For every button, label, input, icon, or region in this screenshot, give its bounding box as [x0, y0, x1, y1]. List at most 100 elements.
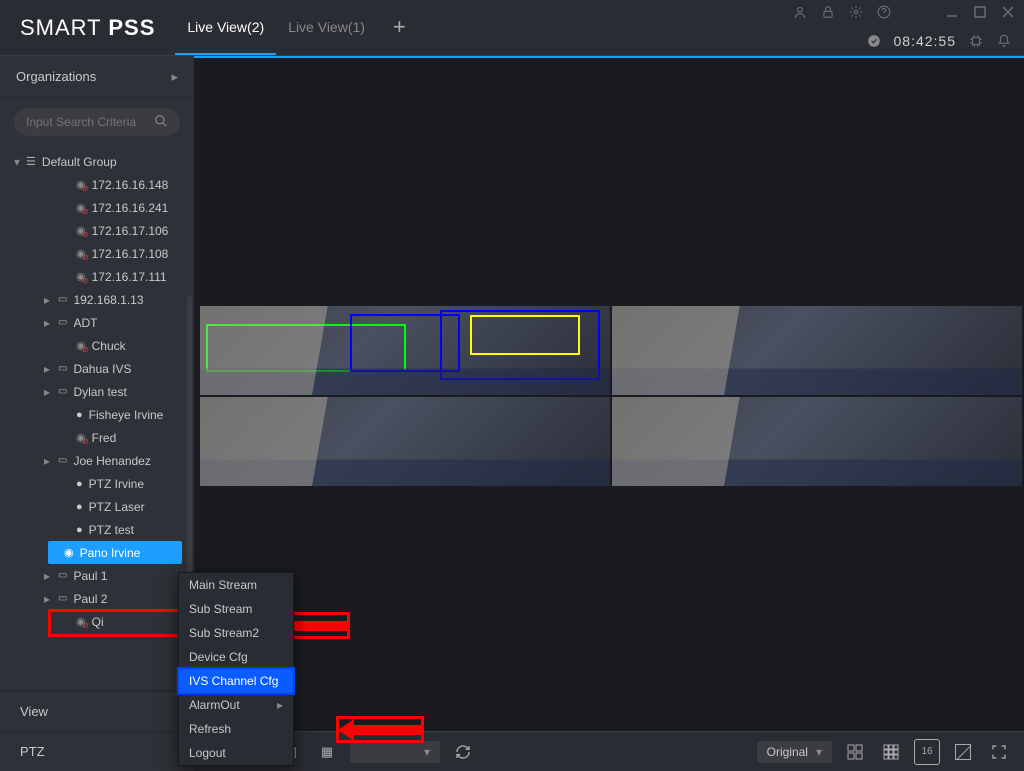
- search-input[interactable]: [26, 115, 154, 129]
- tree-item-label: Pano Irvine: [80, 546, 141, 560]
- ctx-item-label: IVS Channel Cfg: [189, 674, 278, 688]
- draw-button[interactable]: [950, 739, 976, 765]
- chevron-right-icon: ▸: [277, 698, 283, 712]
- viewport-bottombar: ▣ ▤ ▥ ▦ ▾ Original▾ 16: [194, 731, 1024, 771]
- stream-type-select[interactable]: ▾: [350, 741, 440, 763]
- ctx-item-label: AlarmOut: [189, 698, 240, 712]
- tree-item-19[interactable]: ◉⊘Qi: [0, 610, 194, 633]
- sidebar-view-button[interactable]: View: [0, 691, 194, 731]
- brand-text-2: PSS: [108, 15, 155, 40]
- ctx-item-device-cfg[interactable]: Device Cfg: [179, 645, 293, 669]
- tab-add[interactable]: +: [377, 0, 422, 55]
- video-cell-3[interactable]: [200, 397, 610, 486]
- tree-item-label: Paul 2: [73, 592, 107, 606]
- camera-icon: ◉: [64, 546, 74, 559]
- tree-item-16[interactable]: ◉ Pano Irvine: [48, 541, 182, 564]
- tree-item-label: Qi: [92, 615, 104, 629]
- tree-item-12[interactable]: ▸▭Joe Henandez: [0, 449, 194, 472]
- ctx-item-sub-stream2[interactable]: Sub Stream2: [179, 621, 293, 645]
- video-grid[interactable]: [200, 306, 1022, 486]
- clock-row: 08:42:55: [866, 33, 1013, 49]
- tree-item-5[interactable]: ▸▭192.168.1.13: [0, 288, 194, 311]
- tree-item-14[interactable]: ●PTZ Laser: [0, 495, 194, 518]
- layout-16-button[interactable]: 16: [914, 739, 940, 765]
- layout-4-button[interactable]: [842, 739, 868, 765]
- chevron-right-icon: ▸: [171, 69, 178, 85]
- close-icon[interactable]: [1000, 4, 1016, 20]
- tree-item-1[interactable]: ◉⊘172.16.16.241: [0, 196, 194, 219]
- ctx-item-alarmout[interactable]: AlarmOut ▸: [179, 693, 293, 717]
- tree-item-label: PTZ Laser: [89, 500, 145, 514]
- sidebar-ptz-button[interactable]: PTZ: [0, 731, 194, 771]
- tree-item-label: 172.16.16.241: [92, 201, 169, 215]
- video-cell-2[interactable]: [612, 306, 1022, 395]
- search-icon[interactable]: [154, 114, 168, 131]
- video-viewport: ▣ ▤ ▥ ▦ ▾ Original▾ 16: [194, 56, 1024, 771]
- ctx-item-logout[interactable]: Logout: [179, 741, 293, 765]
- ctx-item-sub-stream[interactable]: Sub Stream: [179, 597, 293, 621]
- app-logo: SMART PSS: [0, 15, 175, 41]
- sync-status-icon[interactable]: [866, 33, 882, 49]
- context-menu[interactable]: Main Stream Sub Stream Sub Stream2 Device C…: [178, 572, 294, 766]
- scale-select[interactable]: Original▾: [757, 741, 832, 763]
- ctx-item-label: Sub Stream: [189, 602, 252, 616]
- tree-item-17[interactable]: ▸▭Paul 1: [0, 564, 194, 587]
- lock-icon[interactable]: [820, 4, 836, 20]
- tree-item-4[interactable]: ◉⊘172.16.17.111: [0, 265, 194, 288]
- layout-9-button[interactable]: [878, 739, 904, 765]
- refresh-button[interactable]: [450, 739, 476, 765]
- help-icon[interactable]: [876, 4, 892, 20]
- ctx-item-refresh[interactable]: Refresh: [179, 717, 293, 741]
- tree-item-label: Chuck: [92, 339, 126, 353]
- tree-item-7[interactable]: ◉⊘Chuck: [0, 334, 194, 357]
- user-icon[interactable]: [792, 4, 808, 20]
- tree-item-6[interactable]: ▸▭ADT: [0, 311, 194, 334]
- ctx-item-label: Device Cfg: [189, 650, 248, 664]
- tree-item-label: PTZ test: [89, 523, 134, 537]
- sidebar: Organizations ▸ ▾ ☰ Default Group ◉⊘172.…: [0, 56, 194, 771]
- tree-item-label: 172.16.16.148: [92, 178, 169, 192]
- tree-item-15[interactable]: ●PTZ test: [0, 518, 194, 541]
- tree-item-8[interactable]: ▸▭Dahua IVS: [0, 357, 194, 380]
- fullscreen-button[interactable]: [986, 739, 1012, 765]
- audio-button[interactable]: ▦: [314, 739, 340, 765]
- maximize-icon[interactable]: [972, 4, 988, 20]
- tree-item-18[interactable]: ▸▭Paul 2: [0, 587, 194, 610]
- clock-text: 08:42:55: [894, 33, 957, 49]
- device-tree[interactable]: ▾ ☰ Default Group ◉⊘172.16.16.148◉⊘172.1…: [0, 146, 194, 690]
- ivs-overlay-yellow: [470, 315, 580, 355]
- tree-item-label: Dahua IVS: [73, 362, 131, 376]
- minimize-icon[interactable]: [944, 4, 960, 20]
- sidebar-organizations-header[interactable]: Organizations ▸: [0, 56, 194, 98]
- sidebar-bottom: View PTZ: [0, 690, 194, 771]
- ctx-item-label: Main Stream: [189, 578, 257, 592]
- video-cell-1[interactable]: [200, 306, 610, 395]
- tree-item-11[interactable]: ◉⊘Fred: [0, 426, 194, 449]
- tree-item-0[interactable]: ◉⊘172.16.16.148: [0, 173, 194, 196]
- tree-item-3[interactable]: ◉⊘172.16.17.108: [0, 242, 194, 265]
- sidebar-header-label: Organizations: [16, 69, 96, 84]
- tree-item-label: 172.16.17.111: [92, 270, 167, 284]
- tree-item-2[interactable]: ◉⊘172.16.17.106: [0, 219, 194, 242]
- tree-item-label: 172.16.17.108: [92, 247, 169, 261]
- tree-item-label: Paul 1: [73, 569, 107, 583]
- tree-item-10[interactable]: ●Fisheye Irvine: [0, 403, 194, 426]
- tab-liveview-1[interactable]: Live View(1): [276, 0, 377, 55]
- cpu-icon[interactable]: [968, 33, 984, 49]
- ctx-item-ivs-channel-cfg[interactable]: IVS Channel Cfg: [179, 669, 293, 693]
- ivs-overlay-green: [206, 324, 406, 372]
- tree-item-label: Joe Henandez: [73, 454, 150, 468]
- ctx-item-main-stream[interactable]: Main Stream: [179, 573, 293, 597]
- ctx-item-label: Refresh: [189, 722, 231, 736]
- tree-group-default[interactable]: ▾ ☰ Default Group: [0, 150, 194, 173]
- group-icon: ☰: [26, 155, 36, 168]
- video-cell-4[interactable]: [612, 397, 1022, 486]
- tree-item-13[interactable]: ●PTZ Irvine: [0, 472, 194, 495]
- search-wrap: [0, 98, 194, 146]
- bell-icon[interactable]: [996, 33, 1012, 49]
- gear-icon[interactable]: [848, 4, 864, 20]
- scale-label: Original: [767, 745, 808, 759]
- tree-item-9[interactable]: ▸▭Dylan test: [0, 380, 194, 403]
- tab-liveview-2[interactable]: Live View(2): [175, 0, 276, 55]
- search-box[interactable]: [14, 108, 180, 136]
